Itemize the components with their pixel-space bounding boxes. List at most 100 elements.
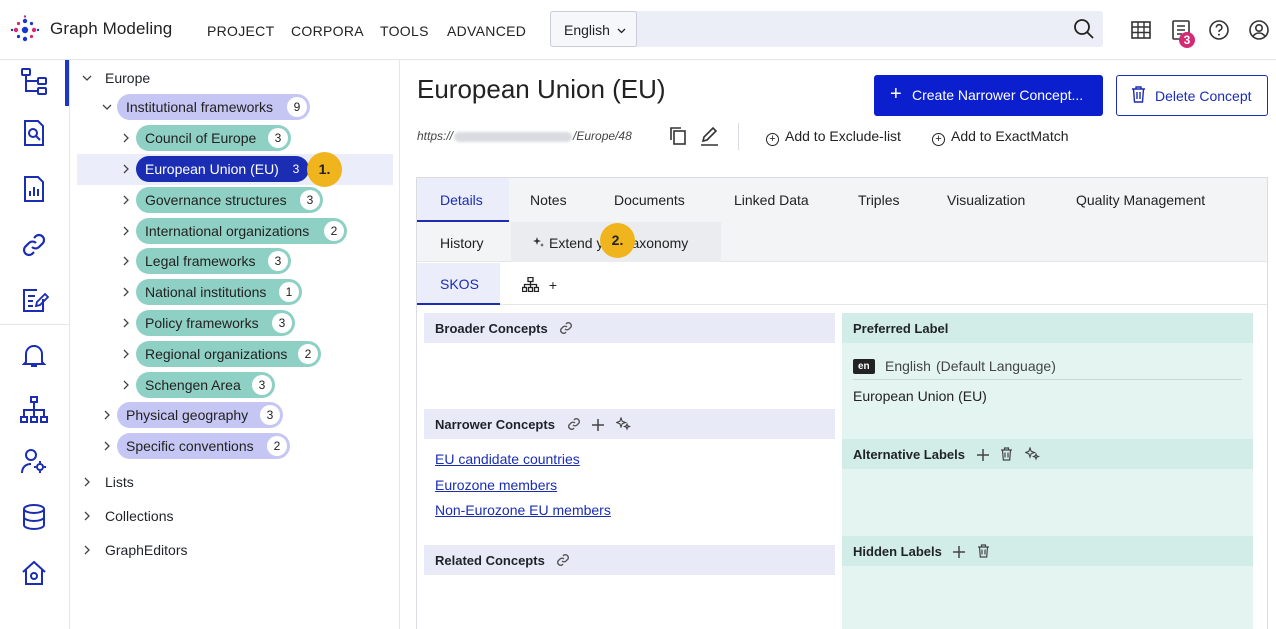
help-icon[interactable] <box>1208 19 1230 41</box>
tree-node-count: 1 <box>279 282 299 302</box>
link-icon[interactable] <box>559 321 573 335</box>
chevron-right-icon[interactable] <box>121 195 131 205</box>
tab-skos[interactable]: SKOS <box>417 263 500 305</box>
preferred-label-value[interactable]: European Union (EU) <box>853 388 987 404</box>
hierarchy-icon[interactable] <box>19 395 49 425</box>
tab-triples[interactable]: Triples <box>858 192 900 208</box>
tree-node-label: Legal frameworks <box>145 253 256 269</box>
tree-node-policy-frameworks[interactable]: Policy frameworks 3 <box>136 310 295 336</box>
tree-root-europe[interactable]: Europe <box>105 70 150 94</box>
tab-details[interactable]: Details <box>440 192 483 208</box>
search-icon[interactable] <box>1073 18 1095 40</box>
chevron-down-icon[interactable] <box>102 102 112 112</box>
tree-node-count: 2 <box>298 344 318 364</box>
chevron-right-icon[interactable] <box>121 287 131 297</box>
chevron-right-icon[interactable] <box>102 441 112 451</box>
chevron-right-icon[interactable] <box>82 477 92 487</box>
nav-advanced[interactable]: ADVANCED <box>447 23 526 39</box>
notification-badge: 3 <box>1179 32 1195 48</box>
edit-pencil-icon[interactable] <box>700 126 719 146</box>
narrower-concept-link[interactable]: Eurozone members <box>435 477 557 493</box>
copy-icon[interactable] <box>669 126 687 146</box>
plus-icon[interactable] <box>592 419 605 431</box>
concept-uri[interactable]: https:// /Europe/48 <box>417 129 632 143</box>
tab-documents[interactable]: Documents <box>614 192 685 208</box>
create-narrower-concept-button[interactable]: + Create Narrower Concept... <box>874 75 1103 116</box>
trash-icon[interactable] <box>977 544 990 558</box>
trash-icon[interactable] <box>1000 447 1013 461</box>
plus-icon[interactable] <box>953 546 966 558</box>
taxonomy-tree-icon[interactable] <box>19 66 49 96</box>
sparkle-icon[interactable] <box>615 417 631 431</box>
nav-corpora[interactable]: CORPORA <box>291 23 364 39</box>
uri-blurred-host <box>454 131 573 142</box>
step-marker-2: 2. <box>600 223 635 258</box>
add-to-exactmatch-link[interactable]: + Add to ExactMatch <box>932 128 1069 146</box>
sparkle-icon[interactable] <box>1024 447 1040 461</box>
edit-checklist-icon[interactable] <box>19 285 49 315</box>
tab-bar-skos: SKOS + <box>417 263 1267 305</box>
tree-node-physical-geography[interactable]: Physical geography 3 <box>117 402 283 428</box>
tree-node-count: 9 <box>287 97 307 117</box>
tree-node-institutional-frameworks[interactable]: Institutional frameworks 9 <box>117 94 310 120</box>
narrower-concepts-header: Narrower Concepts <box>424 409 835 439</box>
nav-tools[interactable]: TOOLS <box>380 23 429 39</box>
link-icon[interactable] <box>567 417 581 431</box>
plus-icon[interactable] <box>976 449 989 461</box>
chevron-down-icon[interactable] <box>82 73 92 83</box>
grid-icon[interactable] <box>1130 19 1152 41</box>
tree-node-european-union[interactable]: European Union (EU) 3 <box>136 156 309 182</box>
preferred-label-title: Preferred Label <box>853 321 949 336</box>
bell-icon[interactable] <box>19 340 49 370</box>
delete-concept-button[interactable]: Delete Concept <box>1116 75 1268 116</box>
create-narrower-concept-label: Create Narrower Concept... <box>912 87 1084 103</box>
account-icon[interactable] <box>1248 19 1270 41</box>
chevron-right-icon[interactable] <box>121 133 131 143</box>
tree-node-schengen-area[interactable]: Schengen Area 3 <box>136 372 275 398</box>
tab-linked-data[interactable]: Linked Data <box>734 192 809 208</box>
narrower-concept-link[interactable]: EU candidate countries <box>435 451 580 467</box>
narrower-concept-link[interactable]: Non-Eurozone EU members <box>435 502 611 518</box>
database-icon[interactable] <box>19 502 49 532</box>
broader-concepts-header: Broader Concepts <box>424 313 835 343</box>
link-icon[interactable] <box>19 230 49 260</box>
tree-node-label: European Union (EU) <box>145 161 279 177</box>
chevron-right-icon[interactable] <box>121 256 131 266</box>
home-settings-icon[interactable] <box>19 558 49 588</box>
tab-notes[interactable]: Notes <box>530 192 567 208</box>
analytics-icon[interactable] <box>19 174 49 204</box>
tab-bar-secondary: History Extend your taxonomy 2. <box>417 222 1267 262</box>
tree-node-regional-organizations[interactable]: Regional organizations 2 <box>136 341 321 367</box>
link-icon[interactable] <box>556 553 570 567</box>
chevron-right-icon[interactable] <box>121 318 131 328</box>
chevron-right-icon[interactable] <box>121 226 131 236</box>
tab-visualization[interactable]: Visualization <box>947 192 1025 208</box>
nav-project[interactable]: PROJECT <box>207 23 274 39</box>
chevron-right-icon[interactable] <box>82 545 92 555</box>
tree-root-collections[interactable]: Collections <box>105 508 173 532</box>
user-settings-icon[interactable] <box>19 446 49 476</box>
tree-node-governance-structures[interactable]: Governance structures 3 <box>136 187 323 213</box>
graph-logo-icon[interactable] <box>10 15 40 45</box>
tree-node-specific-conventions[interactable]: Specific conventions 2 <box>117 433 290 459</box>
tree-node-label: Council of Europe <box>145 130 257 146</box>
search-bar[interactable]: English <box>550 11 1103 47</box>
chevron-right-icon[interactable] <box>82 511 92 521</box>
chevron-right-icon[interactable] <box>121 164 131 174</box>
chevron-right-icon[interactable] <box>102 410 112 420</box>
tree-node-legal-frameworks[interactable]: Legal frameworks 3 <box>136 248 291 274</box>
language-select[interactable]: English <box>550 11 637 47</box>
chevron-right-icon[interactable] <box>121 349 131 359</box>
tab-history[interactable]: History <box>440 235 484 251</box>
tree-node-national-institutions[interactable]: National institutions 1 <box>136 279 302 305</box>
tree-root-grapheditors[interactable]: GraphEditors <box>105 542 187 566</box>
add-to-exclude-list-link[interactable]: + Add to Exclude-list <box>766 128 901 146</box>
tree-root-lists[interactable]: Lists <box>105 474 134 498</box>
chevron-right-icon[interactable] <box>121 380 131 390</box>
tree-node-council-of-europe[interactable]: Council of Europe 3 <box>136 125 291 151</box>
language-name: English <box>885 358 931 374</box>
search-document-icon[interactable] <box>19 118 49 148</box>
tab-quality-management[interactable]: Quality Management <box>1076 192 1205 208</box>
tree-node-international-organizations[interactable]: International organizations 2 <box>136 218 347 244</box>
add-hierarchy-tab[interactable]: + <box>521 276 557 295</box>
